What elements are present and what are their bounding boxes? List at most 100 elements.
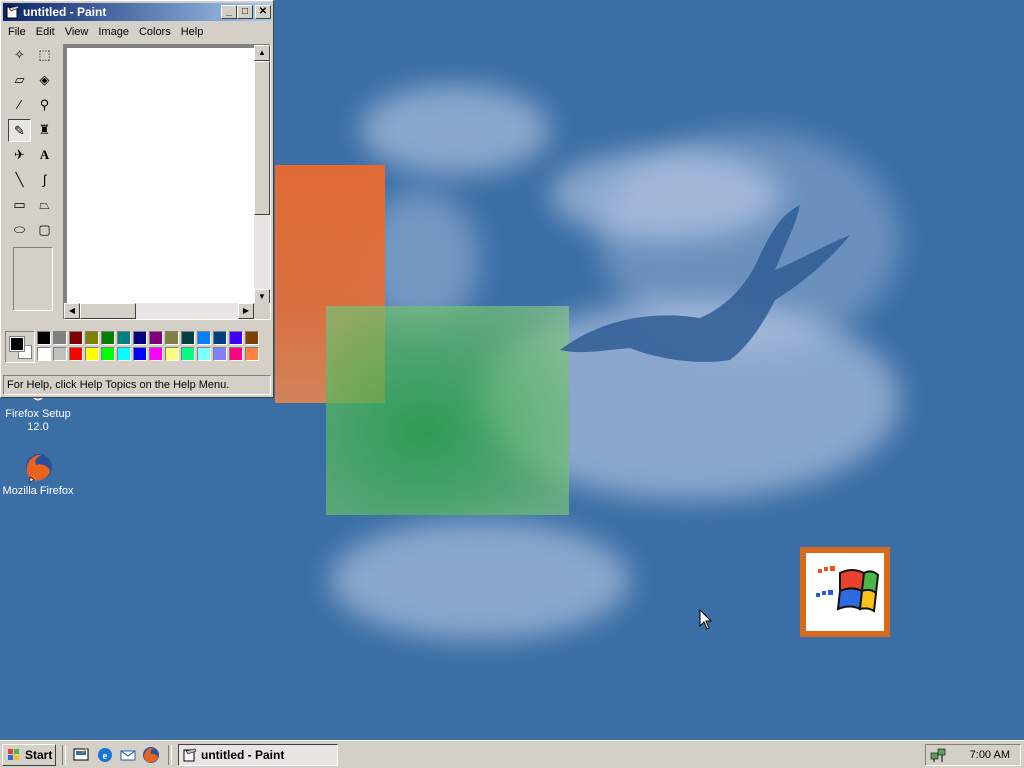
color-swatch[interactable] bbox=[229, 331, 243, 345]
menu-colors[interactable]: Colors bbox=[134, 23, 176, 42]
color-swatch[interactable] bbox=[133, 331, 147, 345]
svg-text:e: e bbox=[103, 750, 108, 762]
network-icon[interactable] bbox=[930, 747, 946, 763]
clock[interactable]: 7:00 AM bbox=[970, 745, 1010, 765]
color-swatch[interactable] bbox=[101, 331, 115, 345]
vertical-scroll-thumb[interactable] bbox=[254, 61, 270, 215]
text-tool[interactable]: A bbox=[33, 144, 56, 167]
color-swatch[interactable] bbox=[165, 347, 179, 361]
mouse-cursor-icon bbox=[699, 609, 713, 630]
color-swatch[interactable] bbox=[37, 347, 51, 361]
color-swatch[interactable] bbox=[229, 347, 243, 361]
color-swatch[interactable] bbox=[165, 331, 179, 345]
polygon-tool[interactable]: ⏢ bbox=[33, 194, 56, 217]
desktop-icon-firefox-setup[interactable]: Firefox Setup 12.0 bbox=[0, 391, 76, 434]
scroll-right-button[interactable]: ▶ bbox=[238, 303, 254, 319]
minimize-button[interactable]: _ bbox=[221, 5, 237, 19]
taskbar-separator bbox=[168, 745, 172, 765]
line-tool[interactable]: ╲ bbox=[8, 169, 31, 192]
canvas-area[interactable]: ▲ ▼ ◀ ▶ bbox=[63, 44, 271, 320]
eraser-tool[interactable]: ▱ bbox=[8, 69, 31, 92]
color-swatch[interactable] bbox=[69, 331, 83, 345]
color-swatch[interactable] bbox=[181, 347, 195, 361]
taskbar-button-paint[interactable]: untitled - Paint bbox=[178, 744, 338, 766]
foreground-color[interactable] bbox=[9, 336, 25, 352]
drawing-canvas[interactable] bbox=[67, 48, 255, 306]
scroll-left-button[interactable]: ◀ bbox=[64, 303, 80, 319]
system-tray: 7:00 AM bbox=[925, 744, 1021, 766]
color-swatch[interactable] bbox=[149, 347, 163, 361]
paint-app-icon bbox=[183, 748, 197, 762]
color-swatch[interactable] bbox=[245, 331, 259, 345]
taskbar: Start e untitled - Paint 7:00 AM bbox=[0, 740, 1024, 768]
desktop-icon-label: Mozilla Firefox bbox=[2, 485, 74, 497]
desktop-icon-label: Firefox Setup bbox=[5, 408, 71, 420]
brush-tool[interactable]: ♜ bbox=[33, 119, 56, 142]
start-label: Start bbox=[25, 748, 53, 762]
select-tool[interactable]: ⬚ bbox=[33, 44, 56, 67]
menu-image[interactable]: Image bbox=[93, 23, 134, 42]
color-swatch[interactable] bbox=[197, 347, 211, 361]
color-swatch[interactable] bbox=[197, 331, 211, 345]
color-swatch[interactable] bbox=[69, 347, 83, 361]
window-title: untitled - Paint bbox=[23, 5, 107, 19]
menu-edit[interactable]: Edit bbox=[31, 23, 60, 42]
toolbox: ✧ ⬚ ▱ ◈ ⁄ ⚲ ✎ ♜ ✈ A ╲ ∫ ▭ ⏢ ⬭ ▢ bbox=[7, 43, 59, 315]
firefox-icon[interactable] bbox=[142, 746, 160, 764]
color-swatch[interactable] bbox=[53, 347, 67, 361]
rectangle-tool[interactable]: ▭ bbox=[8, 194, 31, 217]
rounded-rectangle-tool[interactable]: ▢ bbox=[33, 219, 56, 242]
color-swatch[interactable] bbox=[37, 331, 51, 345]
color-swatch[interactable] bbox=[85, 331, 99, 345]
windows-flag-icon bbox=[8, 749, 19, 760]
outlook-express-icon[interactable] bbox=[119, 746, 137, 764]
vertical-scrollbar[interactable]: ▲ ▼ bbox=[254, 45, 270, 305]
menu-view[interactable]: View bbox=[60, 23, 94, 42]
fill-tool[interactable]: ◈ bbox=[33, 69, 56, 92]
title-bar[interactable]: untitled - Paint _ □ ✕ bbox=[3, 3, 271, 21]
magnifier-tool[interactable]: ⚲ bbox=[33, 94, 56, 117]
desktop-icon-mozilla-firefox[interactable]: Mozilla Firefox bbox=[0, 451, 76, 498]
curve-tool[interactable]: ∫ bbox=[33, 169, 56, 192]
pencil-tool[interactable]: ✎ bbox=[8, 119, 31, 142]
show-desktop-icon[interactable] bbox=[72, 746, 90, 764]
horizontal-scroll-thumb[interactable] bbox=[80, 303, 136, 319]
free-form-select-tool[interactable]: ✧ bbox=[8, 44, 31, 67]
color-palette bbox=[5, 331, 263, 365]
color-swatch[interactable] bbox=[149, 331, 163, 345]
start-button[interactable]: Start bbox=[2, 744, 56, 766]
color-swatch[interactable] bbox=[53, 331, 67, 345]
pick-color-tool[interactable]: ⁄ bbox=[8, 94, 31, 117]
horizontal-scrollbar[interactable]: ◀ ▶ bbox=[64, 303, 254, 319]
wallpaper-cloud bbox=[330, 520, 630, 640]
scroll-up-button[interactable]: ▲ bbox=[254, 45, 270, 61]
taskbar-button-label: untitled - Paint bbox=[201, 748, 285, 762]
color-swatch[interactable] bbox=[213, 331, 227, 345]
desktop-icon-label: 12.0 bbox=[27, 421, 49, 433]
wallpaper-cloud bbox=[360, 85, 550, 175]
paint-window[interactable]: untitled - Paint _ □ ✕ File Edit View Image… bbox=[0, 0, 274, 398]
tool-options-box[interactable] bbox=[13, 247, 53, 311]
color-swatch[interactable] bbox=[117, 331, 131, 345]
color-swatch[interactable] bbox=[101, 347, 115, 361]
internet-explorer-icon[interactable]: e bbox=[96, 746, 114, 764]
windows-logo-image bbox=[800, 547, 890, 637]
airbrush-tool[interactable]: ✈ bbox=[8, 144, 31, 167]
color-swatch[interactable] bbox=[117, 347, 131, 361]
firefox-icon bbox=[22, 451, 54, 483]
current-colors[interactable] bbox=[5, 331, 35, 363]
color-swatch[interactable] bbox=[245, 347, 259, 361]
color-swatch[interactable] bbox=[181, 331, 195, 345]
menu-bar: File Edit View Image Colors Help bbox=[3, 23, 271, 42]
wallpaper-green-panel bbox=[326, 306, 569, 515]
scrollbar-corner bbox=[254, 303, 270, 319]
menu-file[interactable]: File bbox=[3, 23, 31, 42]
color-swatch[interactable] bbox=[133, 347, 147, 361]
color-swatch[interactable] bbox=[85, 347, 99, 361]
maximize-button[interactable]: □ bbox=[237, 5, 253, 19]
ellipse-tool[interactable]: ⬭ bbox=[8, 219, 31, 242]
wallpaper-diver-silhouette bbox=[560, 205, 850, 362]
menu-help[interactable]: Help bbox=[176, 23, 209, 42]
color-swatch[interactable] bbox=[213, 347, 227, 361]
close-button[interactable]: ✕ bbox=[255, 5, 271, 19]
